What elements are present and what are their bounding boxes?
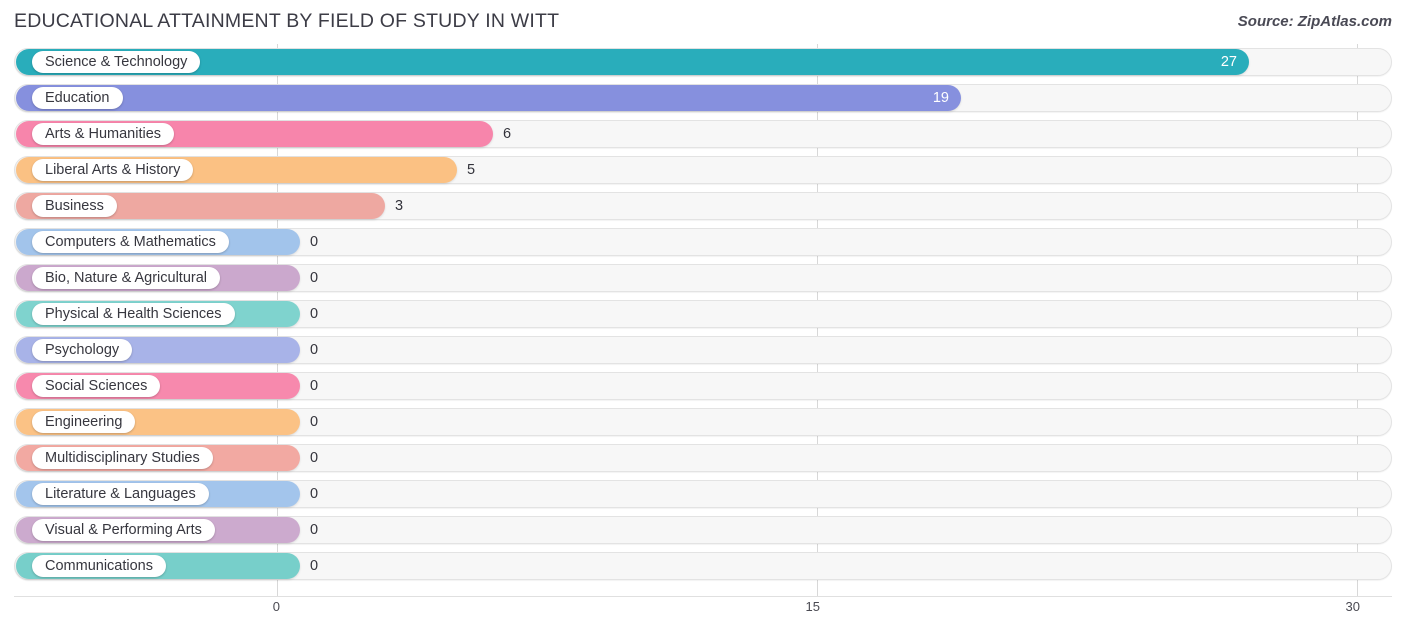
bar-rows: 27 Science & Technology 19 Education 6 Arts &… [0, 44, 1406, 596]
bar-row[interactable]: 0 Multidisciplinary Studies [0, 440, 1406, 476]
chart-header: EDUCATIONAL ATTAINMENT BY FIELD OF STUDY… [0, 0, 1406, 44]
bar[interactable]: 19 [16, 85, 961, 111]
bar-value-label: 0 [310, 270, 319, 286]
bar-value-label: 0 [310, 234, 319, 250]
category-label: Education [45, 89, 110, 106]
category-label-pill[interactable]: Bio, Nature & Agricultural [32, 267, 220, 289]
bar-row[interactable]: 0 Visual & Performing Arts [0, 512, 1406, 548]
bar-row[interactable]: 0 Communications [0, 548, 1406, 584]
category-label: Multidisciplinary Studies [45, 449, 200, 466]
bar-row[interactable]: 19 Education [0, 80, 1406, 116]
bar-value-label: 0 [310, 522, 319, 538]
bar-row[interactable]: 3 Business [0, 188, 1406, 224]
bar[interactable]: 27 [16, 49, 1249, 75]
category-label: Bio, Nature & Agricultural [45, 269, 207, 286]
category-label-pill[interactable]: Social Sciences [32, 375, 161, 397]
axis-tick-label: 0 [272, 599, 280, 614]
bar-row[interactable]: 0 Social Sciences [0, 368, 1406, 404]
category-label-pill[interactable]: Science & Technology [32, 51, 201, 73]
bar-row[interactable]: 0 Literature & Languages [0, 476, 1406, 512]
bar-row[interactable]: 0 Physical & Health Sciences [0, 296, 1406, 332]
bar-value-label: 0 [310, 486, 319, 502]
category-label: Engineering [45, 413, 123, 430]
category-label: Science & Technology [45, 53, 188, 70]
bar-value-label: 27 [1220, 54, 1237, 70]
category-label: Arts & Humanities [45, 125, 162, 142]
category-label: Visual & Performing Arts [45, 521, 202, 538]
bar-value-label: 0 [310, 558, 319, 574]
x-axis: 0 15 30 [0, 596, 1406, 632]
bar-row[interactable]: 0 Bio, Nature & Agricultural [0, 260, 1406, 296]
bar-value-label: 6 [503, 126, 512, 142]
category-label-pill[interactable]: Engineering [32, 411, 136, 433]
category-label: Communications [45, 557, 153, 574]
bar-value-label: 0 [310, 306, 319, 322]
bar-value-label: 0 [310, 378, 319, 394]
category-label-pill[interactable]: Multidisciplinary Studies [32, 447, 213, 469]
category-label: Business [45, 197, 104, 214]
category-label-pill[interactable]: Physical & Health Sciences [32, 303, 235, 325]
bar-value-label: 0 [310, 342, 319, 358]
category-label: Social Sciences [45, 377, 148, 394]
category-label: Computers & Mathematics [45, 233, 216, 250]
category-label-pill[interactable]: Communications [32, 555, 166, 577]
bar-row[interactable]: 0 Engineering [0, 404, 1406, 440]
bar-row[interactable]: 6 Arts & Humanities [0, 116, 1406, 152]
bar-value-label: 3 [395, 198, 404, 214]
bar-row[interactable]: 0 Computers & Mathematics [0, 224, 1406, 260]
category-label-pill[interactable]: Liberal Arts & History [32, 159, 194, 181]
source-attribution: Source: ZipAtlas.com [1237, 13, 1392, 30]
bar-row[interactable]: 5 Liberal Arts & History [0, 152, 1406, 188]
category-label-pill[interactable]: Visual & Performing Arts [32, 519, 215, 541]
bar-value-label: 19 [932, 90, 949, 106]
category-label: Psychology [45, 341, 120, 358]
category-label-pill[interactable]: Literature & Languages [32, 483, 209, 505]
category-label-pill[interactable]: Computers & Mathematics [32, 231, 229, 253]
category-label: Liberal Arts & History [45, 161, 181, 178]
category-label: Physical & Health Sciences [45, 305, 222, 322]
bar-row[interactable]: 27 Science & Technology [0, 44, 1406, 80]
category-label: Literature & Languages [45, 485, 196, 502]
axis-line [14, 596, 1392, 597]
category-label-pill[interactable]: Education [32, 87, 123, 109]
axis-tick-label: 15 [805, 599, 820, 614]
bar-value-label: 0 [310, 450, 319, 466]
page-title: EDUCATIONAL ATTAINMENT BY FIELD OF STUDY… [14, 10, 560, 32]
bar-row[interactable]: 0 Psychology [0, 332, 1406, 368]
axis-tick-label: 30 [1345, 599, 1360, 614]
category-label-pill[interactable]: Business [32, 195, 117, 217]
category-label-pill[interactable]: Arts & Humanities [32, 123, 175, 145]
category-label-pill[interactable]: Psychology [32, 339, 133, 361]
chart-plot-area: 27 Science & Technology 19 Education 6 Arts &… [0, 44, 1406, 596]
bar-value-label: 0 [310, 414, 319, 430]
bar-value-label: 5 [467, 162, 476, 178]
